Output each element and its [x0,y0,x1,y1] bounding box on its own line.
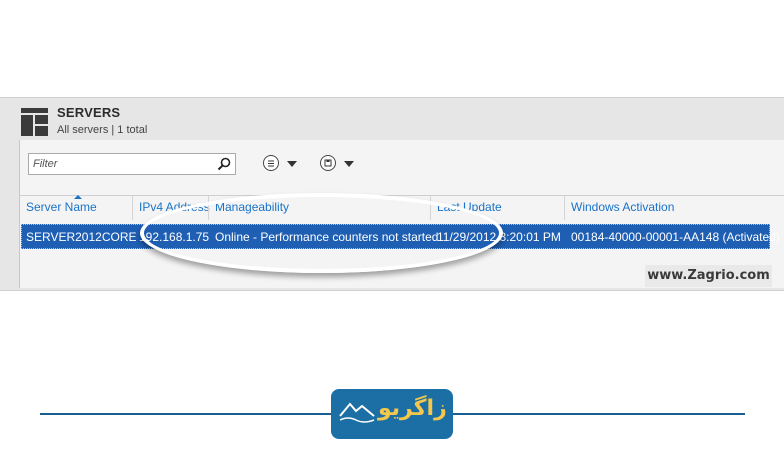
column-header-manageability[interactable]: Manageability [215,200,289,214]
watermark: www.Zagrio.com [645,265,772,287]
logo-text: زاگریو [378,396,447,421]
filter-box[interactable] [28,153,236,175]
mountain-wave-icon [339,402,375,423]
column-header-ipv4[interactable]: IPv4 Address [139,200,210,214]
column-divider[interactable] [564,196,565,220]
list-view-button[interactable] [263,155,303,175]
save-icon [320,155,336,171]
page-title: SERVERS [57,105,121,120]
filter-input[interactable] [33,156,213,172]
divider-line-left [40,413,331,415]
column-header-last-update[interactable]: Last Update [437,200,502,214]
save-query-button[interactable] [320,155,360,175]
column-divider[interactable] [430,196,431,220]
column-header-activation[interactable]: Windows Activation [571,200,674,214]
column-divider[interactable] [208,196,209,220]
cell-activation: 00184-40000-00001-AA148 (Activated) [571,230,780,244]
cell-last-update: 11/29/2012 3:20:01 PM [437,230,561,244]
column-divider[interactable] [132,196,133,220]
divider-line-right [453,413,745,415]
sort-ascending-icon [74,195,82,199]
cell-server-name: SERVER2012CORE [26,230,137,244]
chevron-down-icon [287,161,297,167]
search-icon[interactable] [217,157,231,171]
cell-manageability: Online - Performance counters not starte… [215,230,439,244]
list-view-icon [263,155,279,171]
cell-ipv4: 192.168.1.75 [139,230,210,244]
server-count: All servers | 1 total [57,124,148,136]
servers-tile-icon [21,108,48,136]
chevron-down-icon [344,161,354,167]
column-header-server-name[interactable]: Server Name [26,200,97,214]
